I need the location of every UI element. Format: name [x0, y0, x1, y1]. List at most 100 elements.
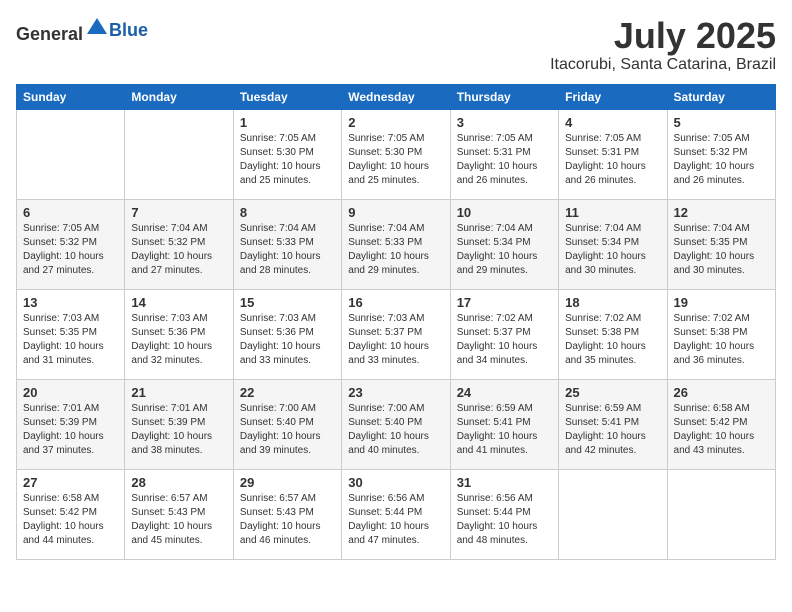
day-number: 9 — [348, 205, 443, 220]
calendar-cell: 11Sunrise: 7:04 AM Sunset: 5:34 PM Dayli… — [559, 199, 667, 289]
calendar-cell: 3Sunrise: 7:05 AM Sunset: 5:31 PM Daylig… — [450, 109, 558, 199]
location: Itacorubi, Santa Catarina, Brazil — [550, 56, 776, 74]
calendar-cell: 23Sunrise: 7:00 AM Sunset: 5:40 PM Dayli… — [342, 379, 450, 469]
day-info: Sunrise: 7:04 AM Sunset: 5:33 PM Dayligh… — [348, 222, 443, 278]
day-of-week-header: Sunday — [17, 84, 125, 109]
calendar-cell: 22Sunrise: 7:00 AM Sunset: 5:40 PM Dayli… — [233, 379, 341, 469]
logo-general: General — [16, 24, 83, 44]
day-of-week-header: Thursday — [450, 84, 558, 109]
calendar-cell: 2 Sunrise: 7:05 AM Sunset: 5:30 PM Daylig… — [342, 109, 450, 199]
day-number: 11 — [565, 205, 660, 220]
month-year: July 2025 — [550, 16, 776, 56]
calendar-cell — [559, 469, 667, 559]
day-info: Sunrise: 6:58 AM Sunset: 5:42 PM Dayligh… — [674, 402, 769, 458]
day-number: 2 — [348, 115, 443, 130]
logo-blue: Blue — [109, 20, 148, 40]
day-of-week-header: Wednesday — [342, 84, 450, 109]
day-number: 27 — [23, 475, 118, 490]
day-info: Sunrise: 7:04 AM Sunset: 5:33 PM Dayligh… — [240, 222, 335, 278]
day-info: Sunrise: 7:05 AM Sunset: 5:31 PM Dayligh… — [565, 132, 660, 188]
calendar-cell: 29 Sunrise: 6:57 AM Sunset: 5:43 PM Dayli… — [233, 469, 341, 559]
day-info: Sunrise: 7:02 AM Sunset: 5:38 PM Dayligh… — [565, 312, 660, 368]
calendar-cell: 25 Sunrise: 6:59 AM Sunset: 5:41 PM Dayli… — [559, 379, 667, 469]
day-info: Sunrise: 7:05 AM Sunset: 5:30 PM Dayligh… — [348, 132, 443, 188]
day-of-week-header: Saturday — [667, 84, 775, 109]
logo-icon — [85, 16, 109, 40]
day-number: 31 — [457, 475, 552, 490]
day-info: Sunrise: 7:04 AM Sunset: 5:34 PM Dayligh… — [457, 222, 552, 278]
day-number: 16 — [348, 295, 443, 310]
title-block: July 2025 Itacorubi, Santa Catarina, Bra… — [550, 16, 776, 74]
day-info: Sunrise: 7:03 AM Sunset: 5:36 PM Dayligh… — [131, 312, 226, 368]
day-info: Sunrise: 7:03 AM Sunset: 5:36 PM Dayligh… — [240, 312, 335, 368]
day-info: Sunrise: 6:59 AM Sunset: 5:41 PM Dayligh… — [565, 402, 660, 458]
day-number: 30 — [348, 475, 443, 490]
day-number: 5 — [674, 115, 769, 130]
calendar-cell: 28 Sunrise: 6:57 AM Sunset: 5:43 PM Dayli… — [125, 469, 233, 559]
day-number: 7 — [131, 205, 226, 220]
calendar-cell: 8 Sunrise: 7:04 AM Sunset: 5:33 PM Daylig… — [233, 199, 341, 289]
calendar-cell: 5 Sunrise: 7:05 AM Sunset: 5:32 PM Daylig… — [667, 109, 775, 199]
calendar-cell — [17, 109, 125, 199]
calendar-cell: 10 Sunrise: 7:04 AM Sunset: 5:34 PM Dayli… — [450, 199, 558, 289]
day-info: Sunrise: 7:02 AM Sunset: 5:38 PM Dayligh… — [674, 312, 769, 368]
day-number: 8 — [240, 205, 335, 220]
day-number: 20 — [23, 385, 118, 400]
day-number: 21 — [131, 385, 226, 400]
day-number: 3 — [457, 115, 552, 130]
day-info: Sunrise: 6:57 AM Sunset: 5:43 PM Dayligh… — [131, 492, 226, 548]
calendar-cell: 17Sunrise: 7:02 AM Sunset: 5:37 PM Dayli… — [450, 289, 558, 379]
calendar-cell: 14Sunrise: 7:03 AM Sunset: 5:36 PM Dayli… — [125, 289, 233, 379]
logo: General Blue — [16, 16, 148, 45]
day-number: 4 — [565, 115, 660, 130]
calendar-cell: 31 Sunrise: 6:56 AM Sunset: 5:44 PM Dayli… — [450, 469, 558, 559]
day-info: Sunrise: 7:04 AM Sunset: 5:35 PM Dayligh… — [674, 222, 769, 278]
day-info: Sunrise: 7:03 AM Sunset: 5:35 PM Dayligh… — [23, 312, 118, 368]
day-info: Sunrise: 6:57 AM Sunset: 5:43 PM Dayligh… — [240, 492, 335, 548]
day-of-week-header: Tuesday — [233, 84, 341, 109]
day-info: Sunrise: 6:56 AM Sunset: 5:44 PM Dayligh… — [457, 492, 552, 548]
calendar-cell: 4 Sunrise: 7:05 AM Sunset: 5:31 PM Daylig… — [559, 109, 667, 199]
calendar-cell: 19 Sunrise: 7:02 AM Sunset: 5:38 PM Dayli… — [667, 289, 775, 379]
day-info: Sunrise: 7:01 AM Sunset: 5:39 PM Dayligh… — [23, 402, 118, 458]
day-number: 22 — [240, 385, 335, 400]
day-number: 25 — [565, 385, 660, 400]
day-info: Sunrise: 7:05 AM Sunset: 5:32 PM Dayligh… — [23, 222, 118, 278]
day-number: 19 — [674, 295, 769, 310]
page-header: General Blue July 2025 Itacorubi, Santa … — [16, 16, 776, 74]
day-number: 13 — [23, 295, 118, 310]
day-info: Sunrise: 7:04 AM Sunset: 5:32 PM Dayligh… — [131, 222, 226, 278]
calendar-cell: 1Sunrise: 7:05 AM Sunset: 5:30 PM Daylig… — [233, 109, 341, 199]
day-number: 26 — [674, 385, 769, 400]
day-number: 18 — [565, 295, 660, 310]
calendar-cell — [667, 469, 775, 559]
day-info: Sunrise: 6:58 AM Sunset: 5:42 PM Dayligh… — [23, 492, 118, 548]
calendar-cell: 13 Sunrise: 7:03 AM Sunset: 5:35 PM Dayli… — [17, 289, 125, 379]
day-info: Sunrise: 6:56 AM Sunset: 5:44 PM Dayligh… — [348, 492, 443, 548]
calendar-cell: 9 Sunrise: 7:04 AM Sunset: 5:33 PM Daylig… — [342, 199, 450, 289]
day-info: Sunrise: 7:00 AM Sunset: 5:40 PM Dayligh… — [348, 402, 443, 458]
calendar-cell: 12 Sunrise: 7:04 AM Sunset: 5:35 PM Dayli… — [667, 199, 775, 289]
day-number: 29 — [240, 475, 335, 490]
calendar-cell: 24 Sunrise: 6:59 AM Sunset: 5:41 PM Dayli… — [450, 379, 558, 469]
day-of-week-header: Monday — [125, 84, 233, 109]
calendar-cell: 27 Sunrise: 6:58 AM Sunset: 5:42 PM Dayli… — [17, 469, 125, 559]
day-info: Sunrise: 7:03 AM Sunset: 5:37 PM Dayligh… — [348, 312, 443, 368]
calendar-cell: 30 Sunrise: 6:56 AM Sunset: 5:44 PM Dayli… — [342, 469, 450, 559]
calendar-cell: 16 Sunrise: 7:03 AM Sunset: 5:37 PM Dayli… — [342, 289, 450, 379]
day-number: 24 — [457, 385, 552, 400]
day-info: Sunrise: 6:59 AM Sunset: 5:41 PM Dayligh… — [457, 402, 552, 458]
calendar-cell: 21 Sunrise: 7:01 AM Sunset: 5:39 PM Dayli… — [125, 379, 233, 469]
day-number: 6 — [23, 205, 118, 220]
day-number: 12 — [674, 205, 769, 220]
day-info: Sunrise: 7:05 AM Sunset: 5:32 PM Dayligh… — [674, 132, 769, 188]
calendar-cell: 7 Sunrise: 7:04 AM Sunset: 5:32 PM Daylig… — [125, 199, 233, 289]
day-of-week-header: Friday — [559, 84, 667, 109]
day-info: Sunrise: 7:01 AM Sunset: 5:39 PM Dayligh… — [131, 402, 226, 458]
day-number: 17 — [457, 295, 552, 310]
calendar-cell: 6 Sunrise: 7:05 AM Sunset: 5:32 PM Daylig… — [17, 199, 125, 289]
day-number: 28 — [131, 475, 226, 490]
calendar-cell: 15 Sunrise: 7:03 AM Sunset: 5:36 PM Dayli… — [233, 289, 341, 379]
day-number: 15 — [240, 295, 335, 310]
day-number: 10 — [457, 205, 552, 220]
